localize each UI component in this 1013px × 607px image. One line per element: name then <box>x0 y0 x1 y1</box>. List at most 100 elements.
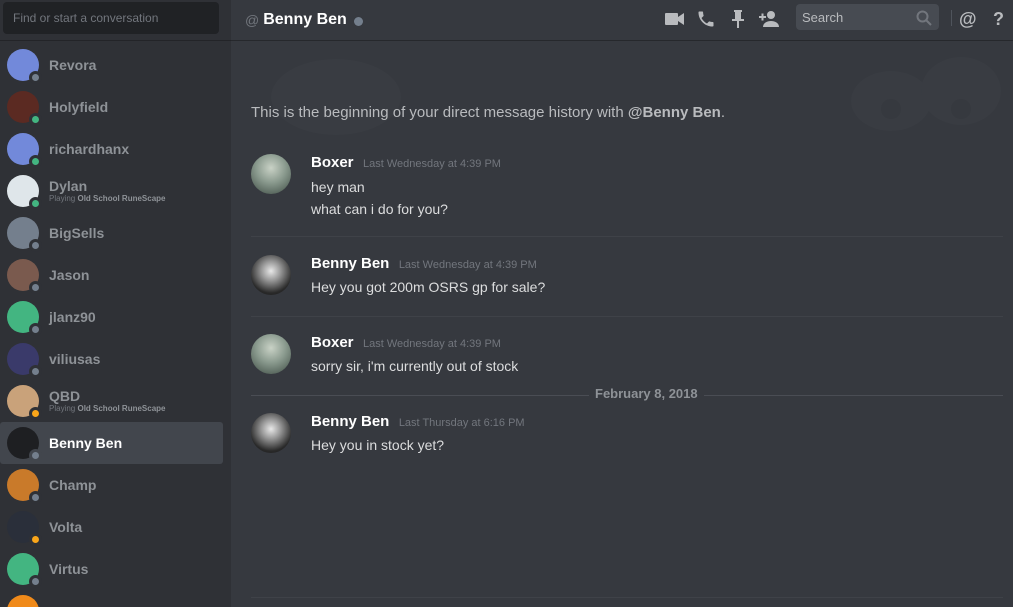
user-avatar[interactable] <box>7 91 42 126</box>
dm-item[interactable]: BigSells <box>0 212 223 254</box>
user-avatar[interactable] <box>7 385 42 420</box>
dm-name: jlanz90 <box>49 309 96 325</box>
dm-item[interactable]: QBD Playing Old School RuneScape <box>0 380 223 422</box>
status-indicator <box>29 575 42 588</box>
add-friend-icon[interactable] <box>759 8 781 30</box>
video-call-icon[interactable] <box>664 8 686 30</box>
user-avatar[interactable] <box>251 154 291 194</box>
dm-text: Dylan Playing Old School RuneScape <box>49 178 165 204</box>
status-indicator <box>29 113 42 126</box>
status-indicator <box>29 491 42 504</box>
user-avatar[interactable] <box>7 301 42 336</box>
dm-sidebar: RevoraHolyfieldrichardhanxDylanPlaying O… <box>0 0 231 607</box>
date-divider: February 8, 2018 <box>251 386 1003 401</box>
status-indicator <box>29 155 42 168</box>
user-avatar[interactable] <box>7 427 42 462</box>
message-text: Hey you in stock yet? <box>311 437 445 453</box>
message-timestamp: Last Wednesday at 4:39 PM <box>398 259 537 271</box>
dm-text: Virtus <box>49 561 88 577</box>
dm-item[interactable]: Virtus <box>0 548 223 590</box>
user-avatar[interactable] <box>7 511 42 546</box>
message-group: Boxer Last Wednesday at 4:39 PM hey man … <box>251 154 1003 224</box>
dm-name: Jason <box>49 267 90 283</box>
status-indicator <box>29 71 42 84</box>
channel-title[interactable]: Benny Ben <box>263 11 347 29</box>
dm-text: Champ <box>49 477 96 493</box>
dm-item[interactable]: Dylan Playing Old School RuneScape <box>0 170 223 212</box>
dm-name: Virtus <box>49 561 89 577</box>
status-indicator <box>29 239 42 252</box>
dm-name: viliusas <box>49 351 101 367</box>
header-divider <box>951 10 952 26</box>
dm-name: Revora <box>49 57 97 73</box>
message-timestamp: Last Thursday at 6:16 PM <box>398 417 525 429</box>
dm-search-wrapper <box>0 0 231 41</box>
message-timestamp: Last Wednesday at 4:39 PM <box>362 338 501 350</box>
message-author[interactable]: Benny Ben <box>311 255 389 272</box>
user-avatar[interactable] <box>251 255 291 295</box>
message-author[interactable]: Benny Ben <box>311 413 389 430</box>
dm-text: viliusas <box>49 351 100 367</box>
dm-text: Holyfield <box>49 99 108 115</box>
status-indicator <box>29 197 42 210</box>
message-text: what can i do for you? <box>311 201 448 217</box>
voice-call-icon[interactable] <box>695 8 717 30</box>
activity-prefix: Playing <box>49 194 78 203</box>
help-icon[interactable]: ? <box>988 8 1010 30</box>
user-avatar[interactable] <box>251 413 291 453</box>
dm-text: richardhanx <box>49 141 129 157</box>
dm-search-input[interactable] <box>3 2 219 34</box>
message-author[interactable]: Boxer <box>311 154 354 171</box>
status-indicator <box>29 281 42 294</box>
svg-text:?: ? <box>993 9 1004 29</box>
user-avatar[interactable] <box>7 217 42 252</box>
message-group: Benny Ben Last Wednesday at 4:39 PM Hey … <box>251 255 1003 301</box>
user-avatar[interactable] <box>7 469 42 504</box>
pin-icon[interactable] <box>727 8 749 30</box>
dm-item[interactable]: Jason <box>0 254 223 296</box>
dm-item[interactable]: Revora <box>0 44 223 86</box>
dm-text: Benny Ben <box>49 435 122 451</box>
intro-username[interactable]: @Benny Ben <box>628 104 721 121</box>
dm-text: Jason <box>49 267 89 283</box>
at-symbol: @ <box>245 12 260 28</box>
dm-name: Dylan <box>49 178 88 194</box>
dm-name: QBD <box>49 388 81 404</box>
message-divider <box>251 316 1003 317</box>
user-avatar[interactable] <box>7 259 42 294</box>
user-avatar[interactable] <box>7 595 39 607</box>
message-timestamp: Last Wednesday at 4:39 PM <box>362 158 501 170</box>
search-icon[interactable] <box>913 7 935 29</box>
chat-header: @ Benny Ben @ ? <box>231 0 1013 41</box>
status-indicator <box>29 407 42 420</box>
activity-game: Old School RuneScape <box>77 404 166 413</box>
user-avatar[interactable] <box>7 133 42 168</box>
dm-item[interactable]: Benny Ben <box>0 422 223 464</box>
dm-item[interactable]: Holyfield <box>0 86 223 128</box>
user-avatar[interactable] <box>7 553 42 588</box>
dm-item[interactable] <box>0 590 223 607</box>
mention-icon[interactable]: @ <box>957 8 979 30</box>
dm-item[interactable]: Champ <box>0 464 223 506</box>
status-indicator <box>29 449 42 462</box>
message-divider <box>251 236 1003 237</box>
dm-item[interactable]: richardhanx <box>0 128 223 170</box>
message-author[interactable]: Boxer <box>311 334 354 351</box>
user-avatar[interactable] <box>7 175 42 210</box>
dm-activity: Playing Old School RuneScape <box>49 404 165 414</box>
activity-game: Old School RuneScape <box>77 194 166 203</box>
dm-name: Volta <box>49 519 83 535</box>
status-indicator <box>29 365 42 378</box>
message-group: Boxer Last Wednesday at 4:39 PM sorry si… <box>251 334 1003 380</box>
dm-item[interactable]: jlanz90 <box>0 296 223 338</box>
dm-activity: Playing Old School RuneScape <box>49 194 165 204</box>
dm-item[interactable]: Volta <box>0 506 223 548</box>
user-avatar[interactable] <box>7 343 42 378</box>
dm-name: Champ <box>49 477 97 493</box>
dm-name: Benny Ben <box>49 435 123 451</box>
user-avatar[interactable] <box>7 49 42 84</box>
dm-text: jlanz90 <box>49 309 96 325</box>
user-avatar[interactable] <box>251 334 291 374</box>
dm-intro-text: This is the beginning of your direct mes… <box>251 104 725 121</box>
dm-item[interactable]: viliusas <box>0 338 223 380</box>
